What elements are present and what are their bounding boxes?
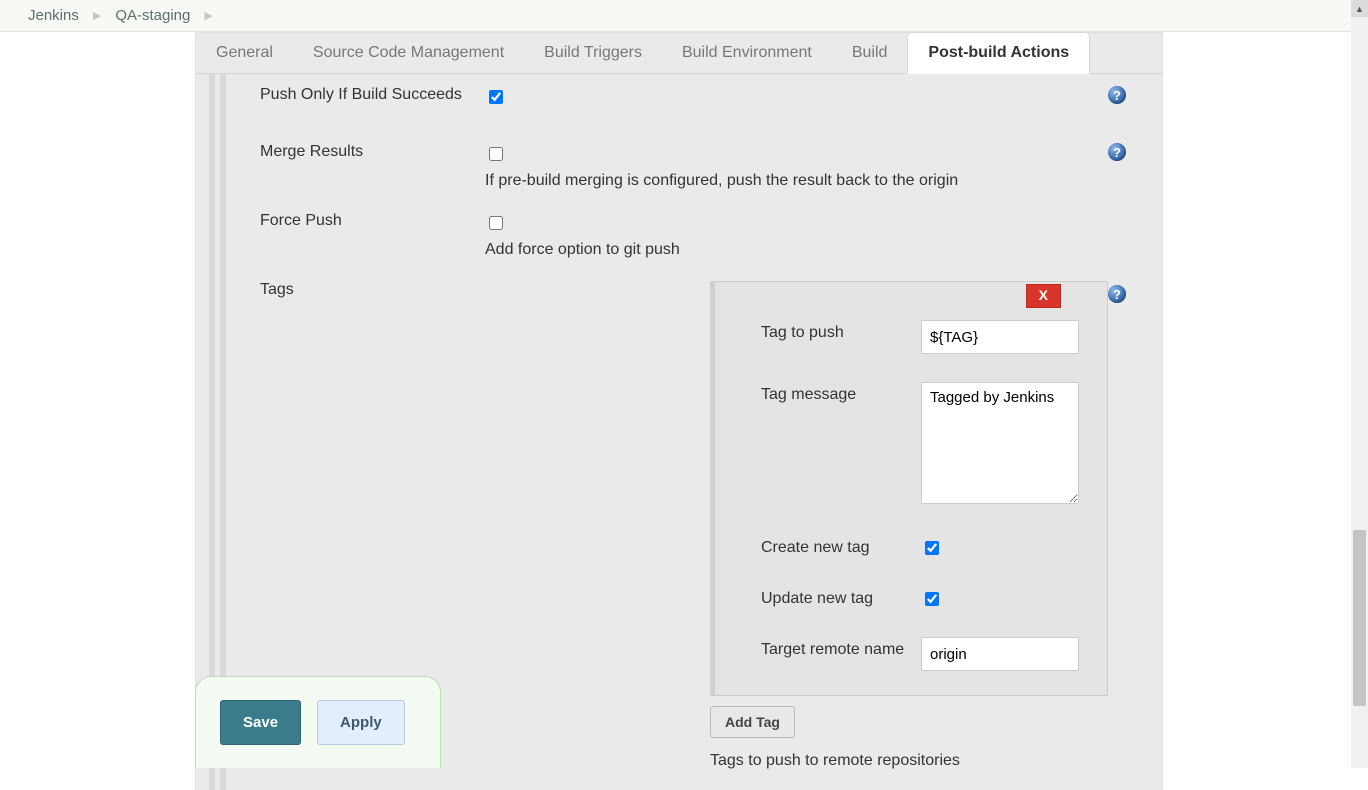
tab-triggers[interactable]: Build Triggers (524, 33, 662, 73)
breadcrumb-job[interactable]: QA-staging (111, 7, 194, 24)
apply-button[interactable]: Apply (317, 700, 405, 745)
scrollbar-thumb[interactable] (1353, 530, 1366, 706)
label-merge-results: Merge Results (260, 143, 485, 161)
remove-tag-button[interactable]: X (1026, 284, 1061, 308)
checkbox-force-push[interactable] (489, 216, 503, 230)
label-target-remote: Target remote name (761, 637, 921, 659)
merge-results-description: If pre-build merging is configured, push… (485, 172, 1126, 190)
tab-scm[interactable]: Source Code Management (293, 33, 524, 73)
help-icon[interactable]: ? (1108, 285, 1126, 303)
checkbox-merge-results[interactable] (489, 147, 503, 161)
add-tag-button[interactable]: Add Tag (710, 706, 795, 738)
checkbox-create-new-tag[interactable] (925, 541, 939, 555)
scroll-up-icon[interactable]: ▲ (1351, 0, 1368, 17)
tab-post-build[interactable]: Post-build Actions (907, 32, 1090, 74)
save-button[interactable]: Save (220, 700, 301, 745)
label-update-new-tag: Update new tag (761, 586, 921, 608)
tab-general[interactable]: General (196, 33, 293, 73)
tags-description: Tags to push to remote repositories (710, 752, 1108, 770)
tab-build[interactable]: Build (832, 33, 908, 73)
bottom-action-bar: Save Apply (195, 676, 441, 768)
tag-to-push-input[interactable] (921, 320, 1079, 354)
config-tabs: General Source Code Management Build Tri… (195, 32, 1163, 74)
label-tags: Tags (260, 281, 485, 299)
target-remote-input[interactable] (921, 637, 1079, 671)
force-push-description: Add force option to git push (485, 241, 1126, 259)
label-tag-message: Tag message (761, 382, 921, 404)
label-force-push: Force Push (260, 212, 485, 230)
breadcrumb: Jenkins ▶ QA-staging ▶ (0, 0, 1368, 32)
label-create-new-tag: Create new tag (761, 535, 921, 557)
checkbox-update-new-tag[interactable] (925, 592, 939, 606)
label-push-only-succeed: Push Only If Build Succeeds (260, 86, 485, 104)
label-tag-to-push: Tag to push (761, 320, 921, 342)
chevron-right-icon: ▶ (83, 9, 111, 22)
help-icon[interactable]: ? (1108, 143, 1126, 161)
tag-message-textarea[interactable] (921, 382, 1079, 504)
breadcrumb-root[interactable]: Jenkins (24, 7, 83, 24)
help-icon[interactable]: ? (1108, 86, 1126, 104)
chevron-right-icon: ▶ (194, 9, 222, 22)
checkbox-push-only-succeed[interactable] (489, 90, 503, 104)
tag-block: X Tag to push Tag message (710, 281, 1108, 696)
tab-env[interactable]: Build Environment (662, 33, 832, 73)
browser-scrollbar[interactable]: ▲ (1351, 0, 1368, 768)
